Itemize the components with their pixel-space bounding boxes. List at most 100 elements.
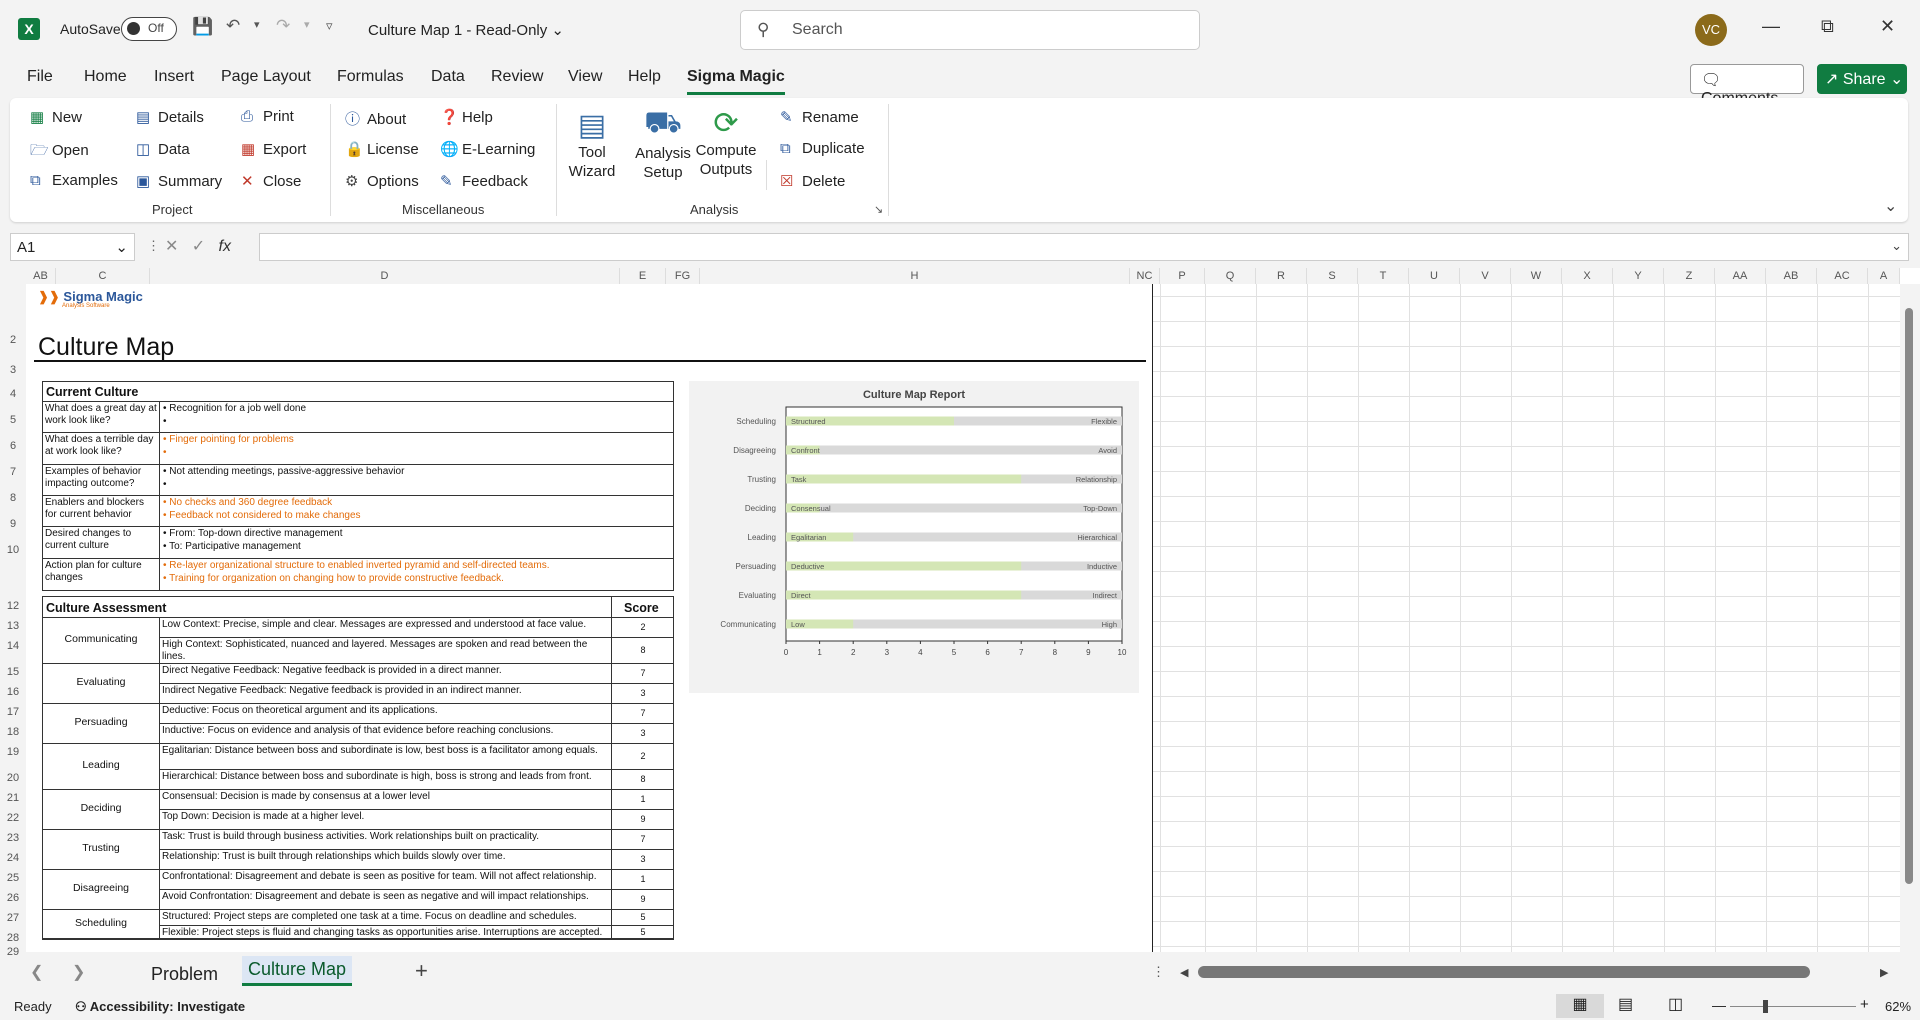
help-button[interactable]: ❓ Help (440, 108, 493, 126)
row-header[interactable]: 3 (0, 364, 26, 376)
row-header[interactable]: 28 (0, 932, 26, 944)
column-header[interactable]: Y (1613, 268, 1664, 284)
answer-line[interactable]: • Re-layer organizational structure to e… (163, 560, 669, 573)
elearning-button[interactable]: 🌐 E-Learning (440, 140, 535, 158)
answer-line[interactable]: • Not attending meetings, passive-aggres… (163, 466, 669, 479)
row-header[interactable]: 10 (0, 544, 26, 556)
about-button[interactable]: ⓘ About (345, 108, 406, 129)
row-header[interactable]: 12 (0, 600, 26, 612)
assessment-score[interactable]: 8 (612, 645, 674, 655)
answer-line[interactable]: • (163, 447, 669, 460)
row-header[interactable]: 15 (0, 666, 26, 678)
tool-wizard-button[interactable]: ▤ Tool Wizard (568, 108, 616, 181)
undo-icon[interactable]: ↶ (226, 16, 240, 36)
column-header[interactable]: NC (1130, 268, 1160, 284)
answer-line[interactable]: • To: Participative management (163, 541, 669, 554)
delete-button[interactable]: ☒ Delete (780, 172, 845, 190)
redo-dropdown-icon[interactable]: ▾ (304, 18, 310, 31)
menu-insert[interactable]: Insert (154, 68, 194, 86)
assessment-score[interactable]: 5 (612, 912, 674, 922)
page-break-view-icon[interactable]: ◫ (1668, 994, 1683, 1014)
export-button[interactable]: ▦ Export (241, 140, 306, 158)
tab-problem[interactable]: Problem (151, 964, 218, 985)
menu-review[interactable]: Review (491, 68, 543, 86)
row-header[interactable]: 21 (0, 792, 26, 804)
feedback-button[interactable]: ✎ Feedback (440, 172, 528, 190)
column-header[interactable]: E (620, 268, 666, 284)
assessment-score[interactable]: 1 (612, 794, 674, 804)
add-sheet-button[interactable]: + (415, 958, 428, 984)
column-header[interactable]: V (1460, 268, 1511, 284)
restore-icon[interactable]: ⧉ (1821, 16, 1834, 37)
column-header[interactable]: Z (1664, 268, 1715, 284)
assessment-score[interactable]: 5 (612, 927, 674, 937)
assessment-score[interactable]: 8 (612, 774, 674, 784)
column-header[interactable]: H (700, 268, 1130, 284)
assessment-score[interactable]: 7 (612, 668, 674, 678)
row-header[interactable]: 23 (0, 832, 26, 844)
summary-button[interactable]: ▣ Summary (136, 172, 222, 190)
menu-sigma-magic[interactable]: Sigma Magic (687, 68, 785, 95)
assessment-score[interactable]: 3 (612, 854, 674, 864)
examples-button[interactable]: ⧉ Examples (30, 172, 118, 189)
name-box[interactable]: A1 ⌄ (10, 233, 135, 261)
column-header[interactable]: AA (1715, 268, 1766, 284)
close-icon[interactable]: ✕ (1880, 16, 1895, 37)
row-header[interactable]: 2 (0, 334, 26, 346)
avatar[interactable]: VC (1695, 14, 1727, 46)
column-header[interactable]: U (1409, 268, 1460, 284)
column-header[interactable]: A (1868, 268, 1900, 284)
expand-formula-icon[interactable]: ⌄ (1891, 238, 1902, 254)
column-header[interactable]: S (1307, 268, 1358, 284)
search-box[interactable]: ⚲ Search (740, 10, 1200, 50)
rename-button[interactable]: ✎ Rename (780, 108, 859, 126)
analysis-setup-button[interactable]: ⛟ Analysis Setup (633, 106, 693, 182)
menu-home[interactable]: Home (84, 68, 127, 86)
answer-line[interactable]: • Training for organization on changing … (163, 573, 669, 586)
zoom-out-icon[interactable]: — (1712, 997, 1726, 1013)
normal-view-icon[interactable]: ▦ (1556, 994, 1604, 1018)
accessibility-status[interactable]: ⚇ Accessibility: Investigate (75, 999, 245, 1015)
column-header[interactable]: W (1511, 268, 1562, 284)
assessment-score[interactable]: 7 (612, 834, 674, 844)
collapse-ribbon-icon[interactable]: ⌄ (1884, 196, 1897, 216)
row-header[interactable]: 26 (0, 892, 26, 904)
answer-line[interactable]: • Recognition for a job well done (163, 403, 669, 416)
zoom-slider[interactable] (1730, 1006, 1856, 1007)
row-header[interactable]: 9 (0, 518, 26, 530)
formula-input[interactable]: ⌄ (259, 233, 1909, 261)
compute-outputs-button[interactable]: ⟳ Compute Outputs (694, 106, 758, 179)
assessment-score[interactable]: 7 (612, 708, 674, 718)
select-all-corner[interactable] (0, 268, 26, 284)
column-header[interactable]: R (1256, 268, 1307, 284)
details-button[interactable]: ▤ Details (136, 108, 204, 126)
answer-line[interactable]: • No checks and 360 degree feedback (163, 497, 669, 510)
answer-line[interactable]: • (163, 479, 669, 492)
menu-view[interactable]: View (568, 68, 602, 86)
customize-toolbar-icon[interactable]: ▿ (326, 18, 333, 34)
assessment-score[interactable]: 9 (612, 894, 674, 904)
assessment-score[interactable]: 2 (612, 751, 674, 761)
column-header[interactable]: AB (1766, 268, 1817, 284)
open-button[interactable]: 🗁 Open (30, 140, 89, 165)
row-header[interactable]: 20 (0, 772, 26, 784)
answer-line[interactable]: • Feedback not considered to make change… (163, 510, 669, 523)
column-header[interactable]: X (1562, 268, 1613, 284)
comments-button[interactable]: 🗨 Comments (1690, 64, 1804, 107)
row-header[interactable]: 19 (0, 746, 26, 758)
minimize-icon[interactable]: — (1762, 16, 1780, 37)
vertical-scrollbar[interactable] (1900, 284, 1920, 952)
dialog-launcher-icon[interactable]: ↘ (874, 203, 883, 216)
column-header[interactable]: AC (1817, 268, 1868, 284)
vertical-scroll-thumb[interactable] (1905, 308, 1913, 884)
column-header[interactable]: FG (666, 268, 700, 284)
zoom-in-icon[interactable]: + (1860, 996, 1869, 1013)
assessment-score[interactable]: 1 (612, 874, 674, 884)
assessment-score[interactable]: 3 (612, 728, 674, 738)
horizontal-scroll-thumb[interactable] (1198, 966, 1810, 978)
undo-dropdown-icon[interactable]: ▾ (254, 18, 260, 31)
row-header[interactable]: 25 (0, 872, 26, 884)
column-header[interactable]: C (56, 268, 150, 284)
row-header[interactable]: 8 (0, 492, 26, 504)
duplicate-button[interactable]: ⧉ Duplicate (780, 140, 865, 157)
